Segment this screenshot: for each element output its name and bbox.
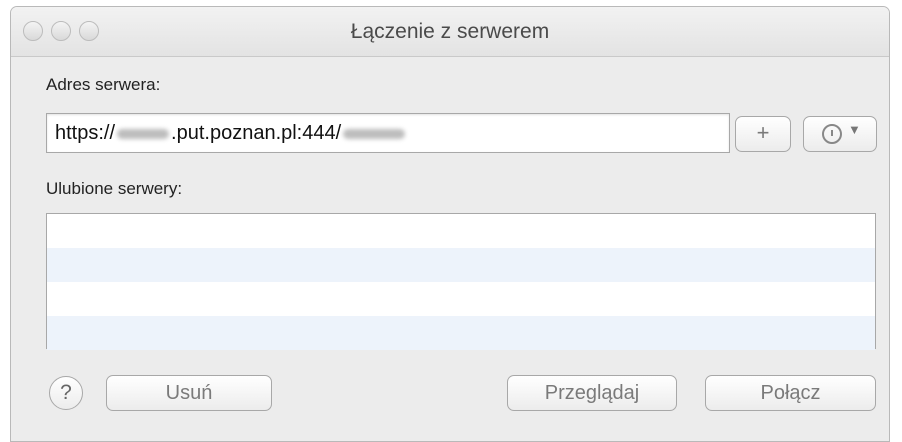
redacted-host-segment [117,128,170,139]
list-item[interactable] [47,316,875,350]
connect-button[interactable]: Połącz [705,375,876,411]
add-favorite-button[interactable]: + [735,116,791,152]
clock-icon [822,124,842,144]
favorite-servers-label: Ulubione serwery: [46,179,183,198]
list-item[interactable] [47,282,875,316]
list-item[interactable] [47,248,875,282]
list-item[interactable] [47,214,875,248]
recent-servers-button[interactable]: ▼ [803,116,877,152]
help-button[interactable]: ? [49,376,83,410]
connect-to-server-window: Łączenie z serwerem Adres serwera: https… [10,6,890,442]
server-address-prefix: https:// [55,122,116,144]
server-address-input[interactable]: https:// .put.poznan.pl:444/ [46,113,730,153]
chevron-down-icon: ▼ [848,122,861,137]
favorite-servers-list[interactable] [46,213,876,350]
browse-button[interactable]: Przeglądaj [507,375,677,411]
redacted-path-segment [343,128,406,139]
server-address-label: Adres serwera: [46,75,161,94]
remove-button[interactable]: Usuń [106,375,272,411]
server-address-domain: .put.poznan.pl:444/ [171,122,342,144]
window-title: Łączenie z serwerem [350,20,550,43]
title-bar: Łączenie z serwerem [11,7,889,57]
